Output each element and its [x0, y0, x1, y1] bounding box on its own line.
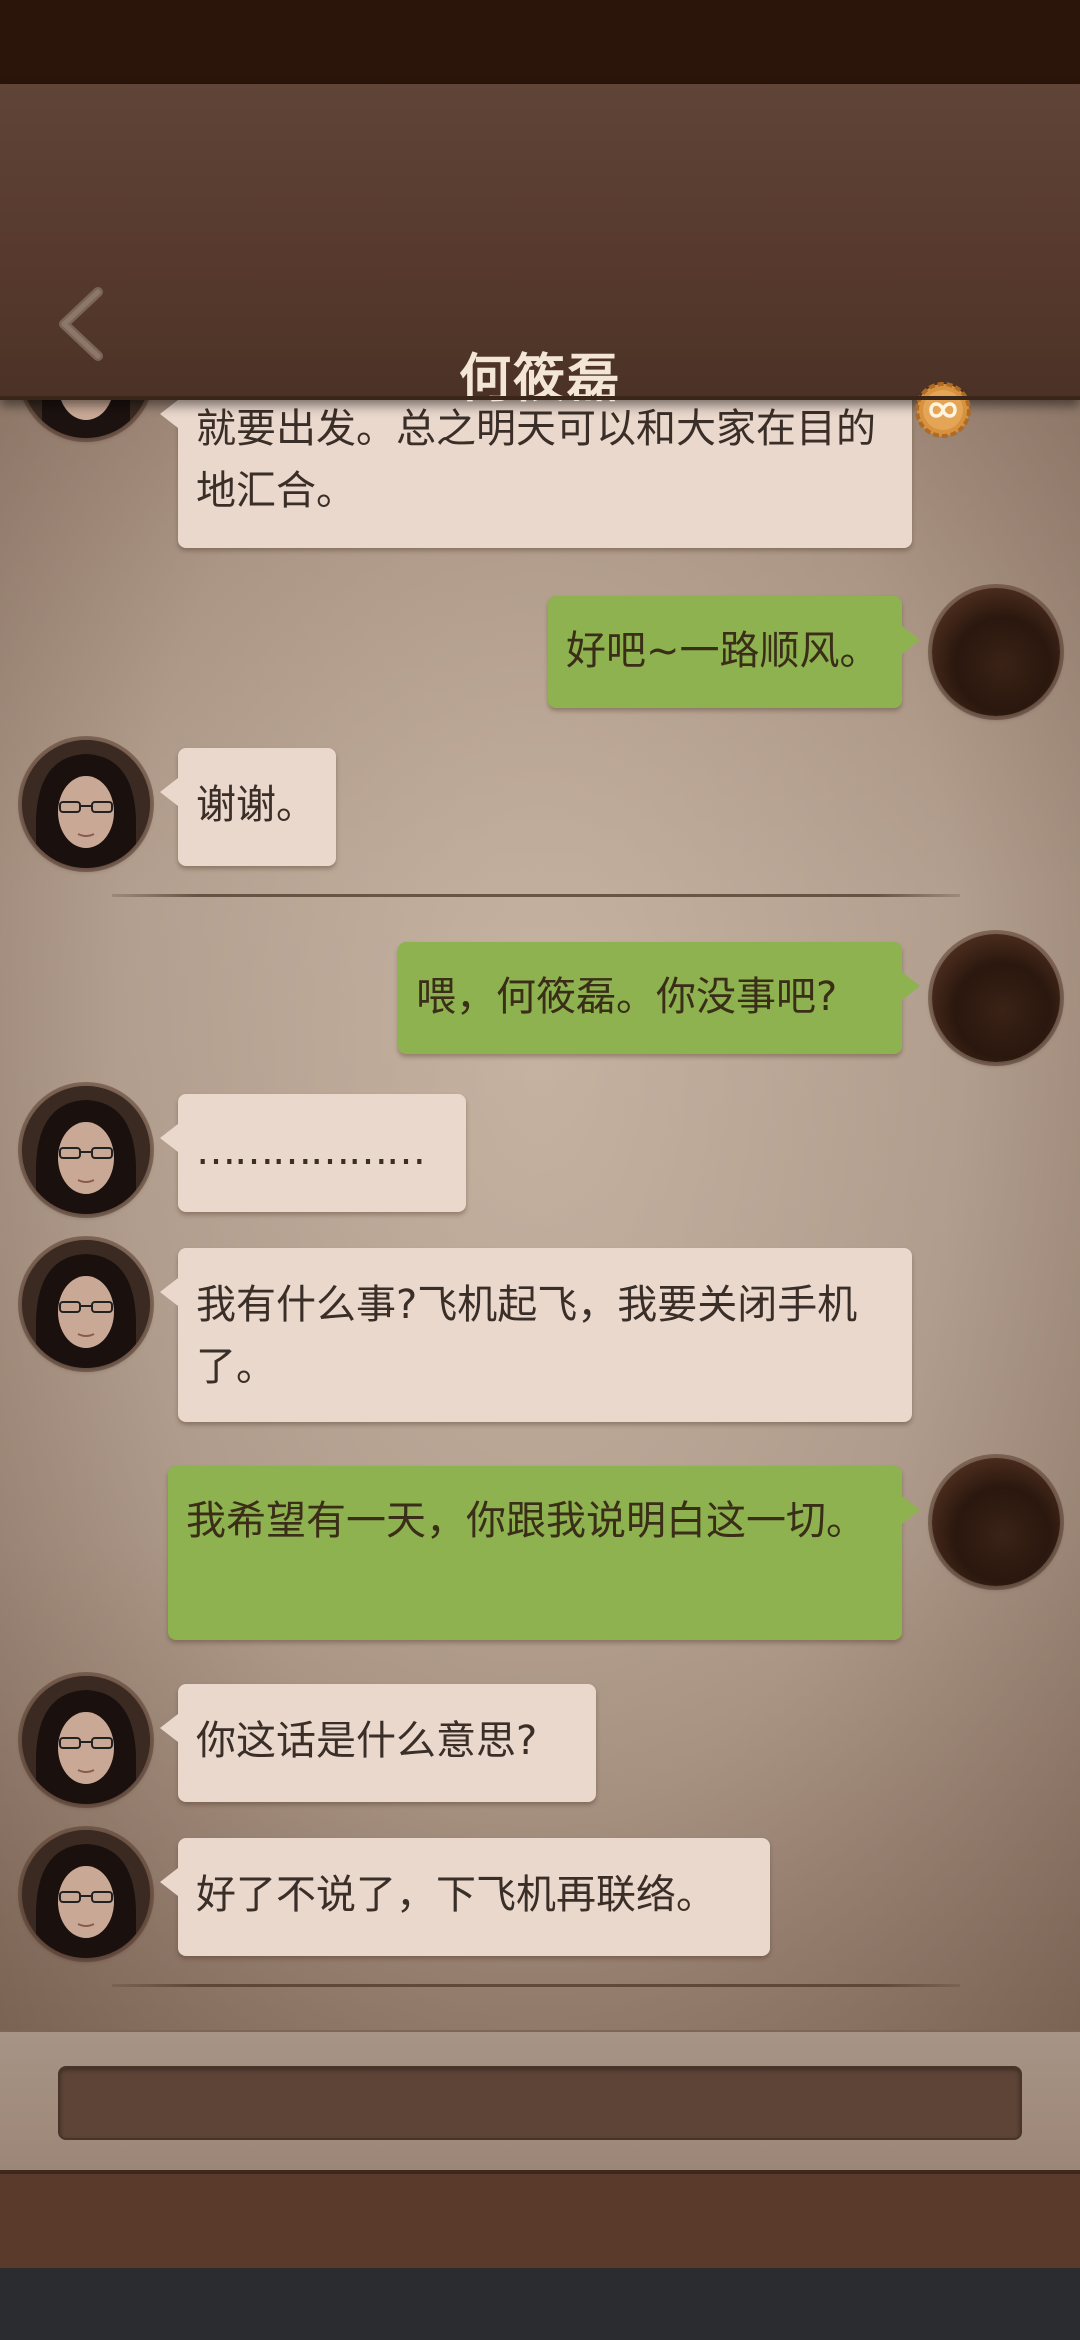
message-bubble-outgoing[interactable]: 我希望有一天，你跟我说明白这一切。: [168, 1466, 920, 1640]
message-bubble-incoming[interactable]: 就要出发。总之明天可以和大家在目的地汇合。: [160, 400, 912, 548]
contact-avatar[interactable]: [22, 1830, 150, 1958]
message-bubble-incoming[interactable]: 我有什么事?飞机起飞，我要关闭手机了。: [160, 1248, 912, 1422]
message-bubble-outgoing[interactable]: 好吧~一路顺风。: [548, 596, 920, 708]
infinity-badge-button[interactable]: [913, 380, 973, 440]
message-bubble-incoming[interactable]: 你这话是什么意思?: [160, 1684, 596, 1802]
message-text: 喂，何筱磊。你没事吧?: [416, 974, 838, 1020]
chat-area[interactable]: 就要出发。总之明天可以和大家在目的地汇合。 好吧~一路顺风。 谢谢。 喂，何筱磊…: [0, 400, 1080, 2030]
contact-avatar[interactable]: [22, 1086, 150, 1214]
player-avatar[interactable]: [932, 934, 1060, 1062]
system-navigation-bar: [0, 2268, 1080, 2340]
infinity-badge-icon: [915, 382, 971, 438]
message-bubble-outgoing[interactable]: 喂，何筱磊。你没事吧?: [398, 942, 920, 1054]
message-text: 谢谢。: [196, 782, 316, 828]
contact-avatar[interactable]: [22, 1676, 150, 1804]
message-bubble-incoming[interactable]: ………………: [160, 1094, 466, 1212]
message-text: 就要出发。总之明天可以和大家在目的地汇合。: [196, 406, 876, 514]
message-text: 你这话是什么意思?: [196, 1718, 538, 1764]
header-bar: 何筱磊: [0, 84, 1080, 438]
player-avatar[interactable]: [932, 588, 1060, 716]
status-bar: [0, 0, 1080, 84]
message-bubble-incoming[interactable]: 好了不说了，下飞机再联络。: [160, 1838, 770, 1956]
player-avatar[interactable]: [932, 1458, 1060, 1586]
input-bar: [0, 2030, 1080, 2172]
contact-avatar[interactable]: [22, 740, 150, 868]
message-text: 我希望有一天，你跟我说明白这一切。: [186, 1498, 866, 1544]
message-text: 好了不说了，下飞机再联络。: [196, 1872, 716, 1918]
message-text: 我有什么事?飞机起飞，我要关闭手机了。: [196, 1282, 858, 1390]
bottom-panel: [0, 2170, 1080, 2272]
message-text: ………………: [196, 1128, 426, 1174]
contact-avatar[interactable]: [22, 1240, 150, 1368]
message-text: 好吧~一路顺风。: [566, 628, 880, 674]
message-input[interactable]: [58, 2066, 1022, 2140]
section-divider: [112, 1984, 960, 1987]
message-bubble-incoming[interactable]: 谢谢。: [160, 748, 336, 866]
section-divider: [112, 894, 960, 897]
